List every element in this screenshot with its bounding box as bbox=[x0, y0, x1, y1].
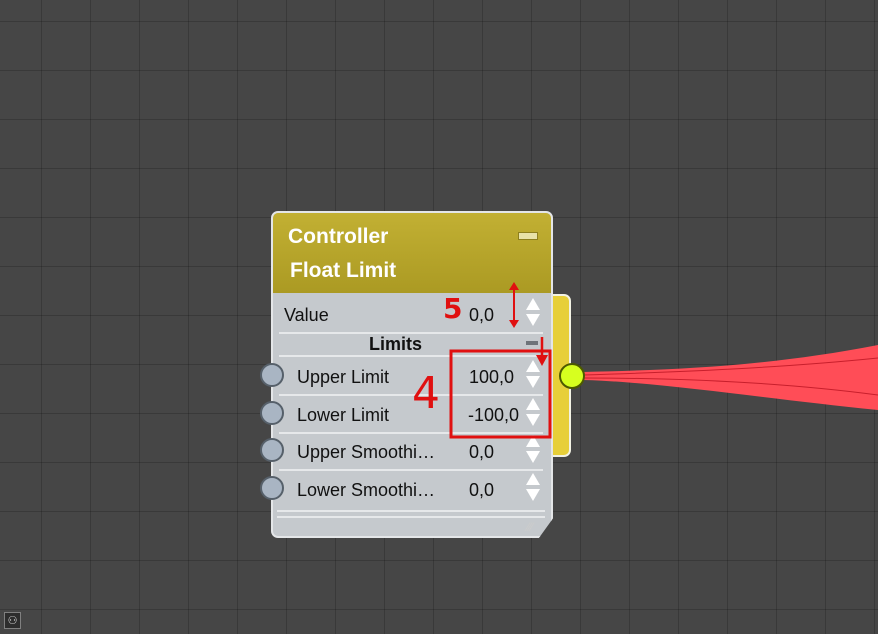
annotation-overlay bbox=[449, 282, 552, 439]
binoculars-icon[interactable]: ⚇ bbox=[4, 612, 21, 629]
